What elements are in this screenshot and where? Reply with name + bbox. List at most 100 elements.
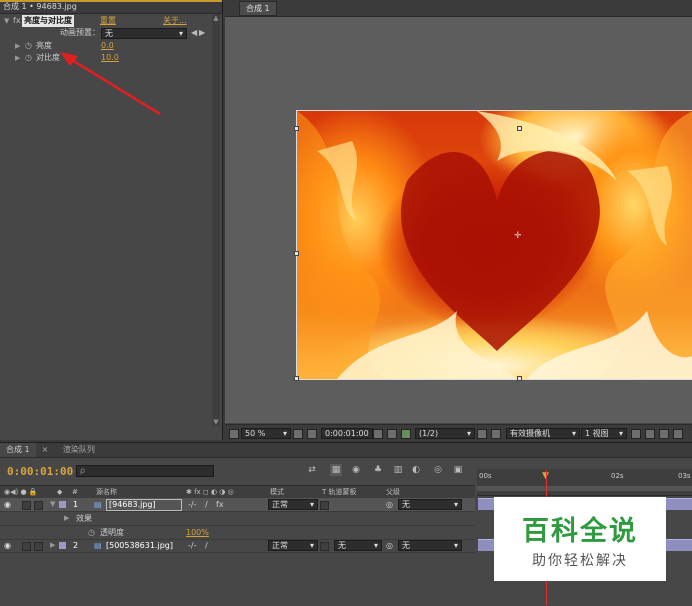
transform-handle[interactable] [294, 376, 299, 381]
track-matte-dropdown[interactable]: 无 ▾ [334, 540, 382, 551]
table-row[interactable]: ◉ ▶ 2 ▤ [500538631.jpg] -/- / 正常 ▾ 无 ▾ ◎… [0, 539, 475, 553]
pickwhip-icon[interactable]: ◎ [386, 498, 393, 511]
frame-blending-icon[interactable]: ▥ [392, 464, 404, 476]
effect-name[interactable]: 亮度与对比度 [22, 15, 74, 27]
transform-handle[interactable] [294, 251, 299, 256]
image-file-icon: ▤ [94, 500, 102, 509]
tab-composition-timeline[interactable]: 合成 1 [0, 443, 36, 457]
close-icon[interactable]: × [36, 443, 55, 457]
draft-3d-icon[interactable]: ◉ [350, 464, 362, 476]
effects-group-row[interactable]: ▶ 效果 [0, 512, 475, 526]
expand-triangle-icon[interactable]: ▶ [15, 52, 20, 64]
layer-mode-dropdown[interactable]: 正常 ▾ [268, 540, 318, 551]
preset-next-icon[interactable]: ▶ [199, 27, 205, 39]
layer-name[interactable]: [94683.jpg] [106, 499, 182, 511]
fire-heart-image[interactable]: ✛ [296, 110, 692, 380]
pickwhip-icon[interactable]: ◎ [386, 539, 393, 552]
about-link[interactable]: 关于... [163, 15, 187, 27]
timeline-current-time[interactable]: 0:00:01:00 [7, 465, 73, 478]
visibility-eye-icon[interactable]: ◉ [4, 498, 11, 511]
property-row-contrast[interactable]: ▶ ◷ 对比度 10.0 [0, 52, 210, 64]
stopwatch-icon[interactable]: ◷ [25, 40, 32, 52]
preserve-transparency-toggle[interactable] [320, 542, 329, 551]
anchor-point-icon[interactable]: ✛ [514, 231, 522, 241]
property-value-contrast[interactable]: 10.0 [101, 52, 119, 64]
layer-name[interactable]: [500538631.jpg] [106, 539, 173, 552]
resolution-dropdown[interactable]: (1/2) ▾ [415, 428, 475, 439]
collapse-triangle-icon[interactable]: ▼ [50, 498, 55, 511]
preset-prev-icon[interactable]: ◀ [191, 27, 197, 39]
layer-mode-dropdown[interactable]: 正常 ▾ [268, 499, 318, 510]
fx-switch-icon[interactable]: fx [216, 498, 224, 511]
color-channels-icon[interactable] [401, 429, 411, 439]
flowchart-icon[interactable] [673, 429, 683, 439]
property-row-brightness[interactable]: ▶ ◷ 亮度 0.0 [0, 40, 210, 52]
stopwatch-icon[interactable]: ◷ [25, 52, 32, 64]
brainstorm-icon[interactable]: ◎ [432, 464, 444, 476]
current-time-field[interactable]: 0:00:01:00 [321, 428, 373, 439]
expand-triangle-icon[interactable]: ▶ [64, 512, 69, 525]
preserve-transparency-toggle[interactable] [320, 501, 329, 510]
stopwatch-icon[interactable]: ◷ [88, 526, 95, 539]
views-dropdown[interactable]: 1 视图 ▾ [581, 428, 627, 439]
safe-zones-icon[interactable] [293, 429, 303, 439]
hide-shy-layers-icon[interactable]: ♣ [372, 464, 384, 476]
visibility-eye-icon[interactable]: ◉ [4, 539, 11, 552]
tab-composition[interactable]: 合成 1 [239, 1, 277, 16]
shy-switch-icon[interactable]: -/- [188, 498, 196, 511]
pixel-aspect-icon[interactable] [631, 429, 641, 439]
label-column-icon: ◆ [57, 488, 63, 496]
audio-toggle[interactable] [22, 542, 31, 551]
effects-group-label: 效果 [76, 514, 92, 523]
transform-handle[interactable] [517, 376, 522, 381]
parent-dropdown[interactable]: 无 ▾ [398, 499, 462, 510]
property-value-brightness[interactable]: 0.0 [101, 40, 114, 52]
expand-triangle-icon[interactable]: ▶ [50, 539, 55, 552]
graph-editor-icon[interactable]: ▣ [452, 464, 464, 476]
work-area-bar[interactable] [477, 486, 692, 491]
chevron-down-icon: ▾ [373, 541, 378, 550]
zoom-dropdown[interactable]: 50 % ▾ [241, 428, 291, 439]
expand-triangle-icon[interactable]: ▶ [15, 40, 20, 52]
region-of-interest-icon[interactable] [477, 429, 487, 439]
shy-switch-icon[interactable]: -/- [188, 539, 196, 552]
show-snapshot-icon[interactable] [387, 429, 397, 439]
solo-toggle[interactable] [34, 501, 43, 510]
fast-previews-icon[interactable] [645, 429, 655, 439]
layer-search-input[interactable]: ρ [76, 465, 214, 477]
fx-icon[interactable]: fx [13, 15, 21, 27]
timeline-toggle-icon[interactable] [659, 429, 669, 439]
comp-mini-flowchart-icon[interactable]: ⇄ [306, 464, 318, 476]
motion-blur-icon[interactable]: ◐ [410, 464, 422, 476]
effect-header-row[interactable]: ▼ fx 亮度与对比度 重置 关于... [0, 15, 210, 27]
transform-handle[interactable] [294, 126, 299, 131]
audio-toggle[interactable] [22, 501, 31, 510]
parent-dropdown[interactable]: 无 ▾ [398, 540, 462, 551]
ruler-tick-label: 03s [678, 472, 691, 480]
scroll-down-icon[interactable]: ▼ [212, 418, 220, 426]
snapshot-icon[interactable] [373, 429, 383, 439]
camera-dropdown[interactable]: 有效摄像机 ▾ [506, 428, 580, 439]
transparency-grid-icon[interactable] [491, 429, 501, 439]
opacity-property-row[interactable]: ◷ 透明度 100% [0, 526, 475, 540]
mask-visibility-icon[interactable] [307, 429, 317, 439]
animation-preset-dropdown[interactable]: 无 ▾ [101, 28, 187, 39]
label-color-swatch[interactable] [59, 542, 66, 549]
quality-switch-icon[interactable]: / [205, 498, 208, 511]
table-row[interactable]: ◉ ▼ 1 ▤ [94683.jpg] -/- / fx 正常 ▾ ◎ 无 ▾ [0, 498, 475, 512]
quality-switch-icon[interactable]: / [205, 539, 208, 552]
collapse-triangle-icon[interactable]: ▼ [4, 15, 9, 27]
opacity-value[interactable]: 100% [186, 526, 209, 539]
live-update-icon[interactable]: ▦ [330, 464, 342, 476]
reset-link[interactable]: 重置 [100, 15, 116, 27]
label-color-swatch[interactable] [59, 501, 66, 508]
time-ruler[interactable]: 00s 02s 03s ▼ [477, 469, 692, 496]
chevron-down-icon: ▾ [309, 500, 314, 509]
effects-scrollbar[interactable]: ▲ ▼ [212, 14, 220, 426]
effect-controls-tab[interactable]: 合成 1 • 94683.jpg [0, 0, 222, 14]
scroll-up-icon[interactable]: ▲ [212, 14, 220, 22]
solo-toggle[interactable] [34, 542, 43, 551]
always-preview-icon[interactable] [229, 429, 239, 439]
tab-render-queue[interactable]: 渲染队列 [57, 443, 101, 457]
transform-handle[interactable] [517, 126, 522, 131]
